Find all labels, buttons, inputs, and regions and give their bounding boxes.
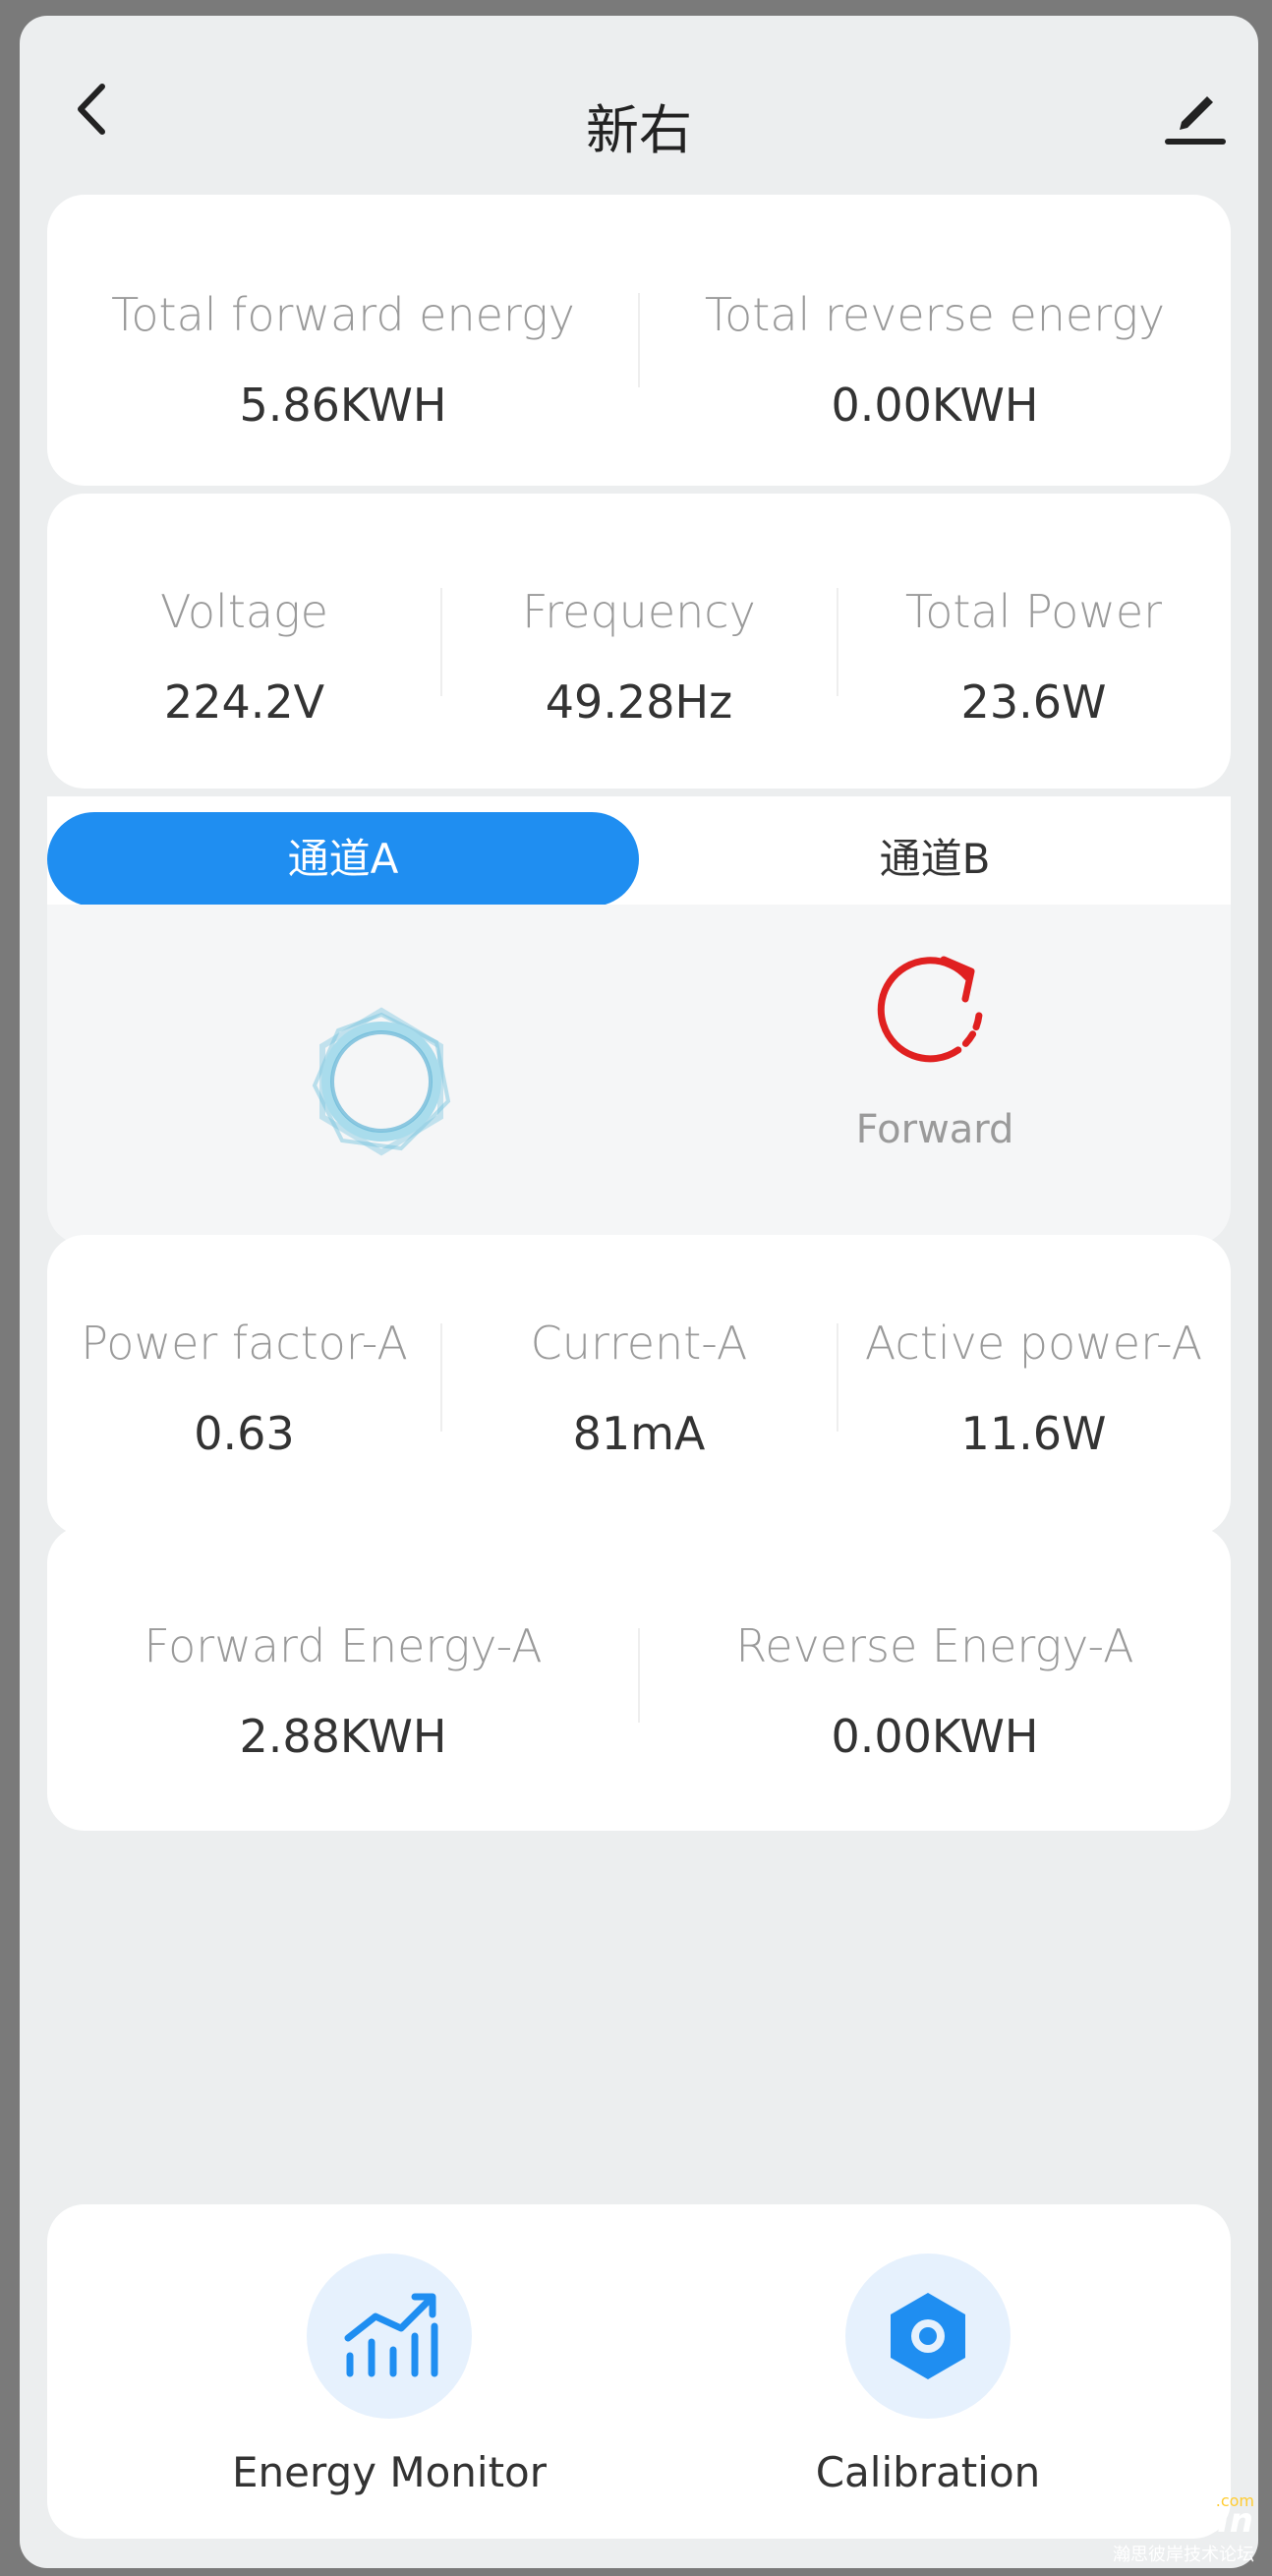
top-bar: 新右 xyxy=(20,16,1258,203)
app-screen: 新右 Total forward energy 5.86KWH Total re… xyxy=(20,16,1258,2568)
voltage-label: Voltage xyxy=(160,585,328,638)
calibration-button[interactable]: Calibration xyxy=(731,2254,1125,2496)
power-factor: Power factor-A 0.63 xyxy=(47,1235,441,1536)
loading-indicator xyxy=(47,905,639,1245)
reverse-energy-a-label: Reverse Energy-A xyxy=(735,1619,1134,1672)
energy-monitor-label: Energy Monitor xyxy=(231,2448,548,2496)
frequency: Frequency 49.28Hz xyxy=(441,494,837,789)
page-title: 新右 xyxy=(586,99,692,161)
channel-metrics-card: Power factor-A 0.63 Current-A 81mA Activ… xyxy=(47,1235,1231,1536)
bar-chart-trend-icon xyxy=(344,2293,438,2377)
electrical-metrics-card: Voltage 224.2V Frequency 49.28Hz Total P… xyxy=(47,494,1231,789)
current-label: Current-A xyxy=(530,1317,748,1370)
total-power-label: Total Power xyxy=(904,585,1163,638)
frequency-label: Frequency xyxy=(522,585,756,638)
active-power-label: Active power-A xyxy=(864,1317,1203,1370)
power-factor-label: Power factor-A xyxy=(81,1317,408,1370)
reverse-energy-a: Reverse Energy-A 0.00KWH xyxy=(639,1526,1231,1831)
frequency-value: 49.28Hz xyxy=(545,675,733,729)
forward-energy-a: Forward Energy-A 2.88KWH xyxy=(47,1526,639,1831)
loading-ring-icon xyxy=(312,1007,451,1156)
calibration-label: Calibration xyxy=(815,2448,1041,2496)
total-reverse-energy-value: 0.00KWH xyxy=(831,379,1039,432)
channel-energy-card: Forward Energy-A 2.88KWH Reverse Energy-… xyxy=(47,1526,1231,1831)
forum-watermark: .com Hassbian 瀚思彼岸技术论坛 xyxy=(1074,2491,1254,2566)
total-power: Total Power 23.6W xyxy=(837,494,1231,789)
energy-monitor-button[interactable]: Energy Monitor xyxy=(193,2254,586,2496)
pencil-icon xyxy=(1165,96,1226,145)
total-reverse-energy: Total reverse energy 0.00KWH xyxy=(639,195,1231,486)
energy-monitor-icon-bg xyxy=(307,2254,472,2419)
watermark-sub: 瀚思彼岸技术论坛 xyxy=(1113,2545,1254,2565)
channel-status-card: Forward xyxy=(47,905,1231,1245)
total-forward-energy-label: Total forward energy xyxy=(111,288,575,341)
power-factor-value: 0.63 xyxy=(194,1407,295,1460)
watermark-com: .com xyxy=(1215,2491,1254,2510)
total-forward-energy: Total forward energy 5.86KWH xyxy=(47,195,639,486)
total-energy-card: Total forward energy 5.86KWH Total rever… xyxy=(47,195,1231,486)
hexagon-nut-icon xyxy=(891,2293,965,2379)
total-reverse-energy-label: Total reverse energy xyxy=(704,288,1166,341)
direction-label: Forward xyxy=(855,1107,1014,1152)
tab-channel-b[interactable]: 通道B xyxy=(639,812,1231,907)
direction-indicator: Forward xyxy=(639,905,1231,1245)
channel-tabs: 通道A 通道B xyxy=(47,796,1231,907)
edit-button[interactable] xyxy=(1156,73,1235,151)
active-power-value: 11.6W xyxy=(960,1407,1107,1460)
active-power: Active power-A 11.6W xyxy=(837,1235,1231,1536)
total-forward-energy-value: 5.86KWH xyxy=(239,379,447,432)
forward-energy-a-value: 2.88KWH xyxy=(239,1710,447,1763)
current: Current-A 81mA xyxy=(441,1235,837,1536)
voltage: Voltage 224.2V xyxy=(47,494,441,789)
voltage-value: 224.2V xyxy=(163,675,325,729)
calibration-icon-bg xyxy=(845,2254,1011,2419)
forward-energy-a-label: Forward Energy-A xyxy=(144,1619,543,1672)
rotate-clockwise-icon xyxy=(877,956,983,1063)
total-power-value: 23.6W xyxy=(960,675,1107,729)
reverse-energy-a-value: 0.00KWH xyxy=(831,1710,1039,1763)
feature-bar: Energy Monitor Calibration xyxy=(47,2204,1231,2539)
tab-channel-a[interactable]: 通道A xyxy=(47,812,639,907)
current-value: 81mA xyxy=(572,1407,706,1460)
